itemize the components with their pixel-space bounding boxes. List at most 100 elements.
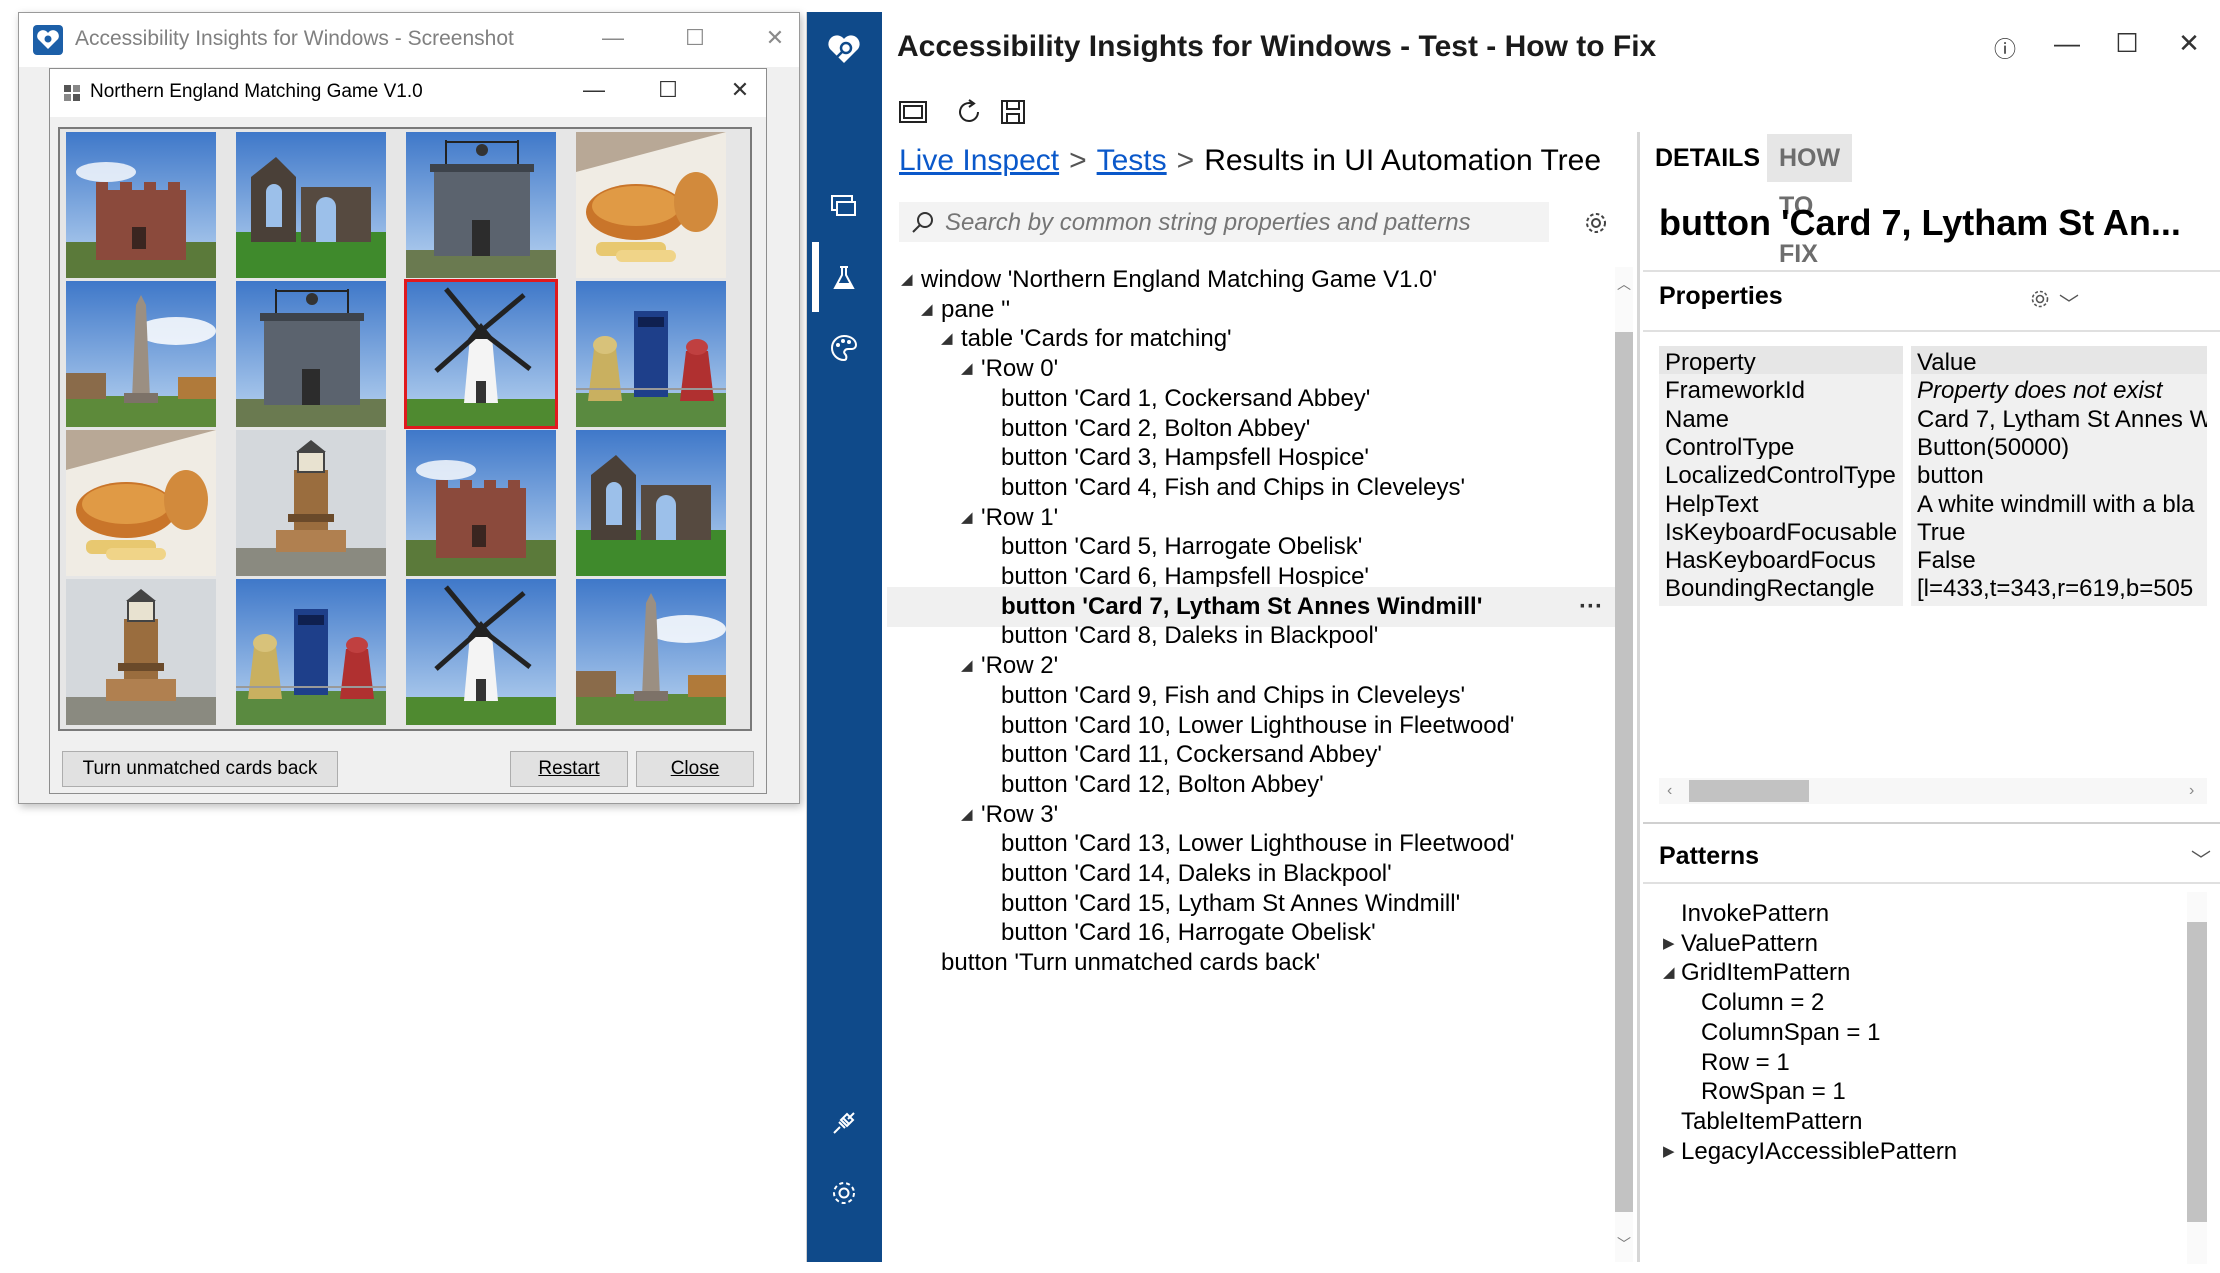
card-12-abbey-ruin[interactable] <box>576 430 726 576</box>
card-16-obelisk[interactable] <box>576 579 726 725</box>
game-minimize-button[interactable]: — <box>574 77 614 103</box>
card-11-fort[interactable] <box>406 430 556 576</box>
app-logo-icon <box>823 28 865 70</box>
breadcrumb-current: Results in UI Automation Tree <box>1204 144 1602 177</box>
refresh-icon[interactable] <box>949 92 989 132</box>
scroll-up-icon[interactable]: ︿ <box>1617 274 1631 294</box>
nav-sidebar <box>807 12 882 1262</box>
screenshot-titlebar: Accessibility Insights for Windows - Scr… <box>19 13 799 67</box>
breadcrumb: Live Inspect > Tests > Results in UI Automat… <box>899 144 1601 178</box>
selected-element-title: button 'Card 7, Lytham St An... <box>1659 202 2181 243</box>
tab-how-to-fix[interactable]: HOW TO FIX <box>1767 134 1853 268</box>
patterns-scrollbar-thumb[interactable] <box>2187 922 2207 1222</box>
properties-horizontal-scrollbar[interactable]: ‹ › <box>1659 778 2207 804</box>
card-image <box>236 430 386 576</box>
live-inspect-icon[interactable] <box>823 186 865 228</box>
accessibility-insights-logo-icon <box>33 25 63 55</box>
property-value: [l=433,t=343,r=619,b=505 <box>1911 572 2207 607</box>
search-input[interactable] <box>943 206 1547 240</box>
game-maximize-button[interactable]: ☐ <box>648 77 688 103</box>
card-image <box>576 579 726 725</box>
color-contrast-icon[interactable] <box>823 327 865 369</box>
card-image <box>406 132 556 278</box>
save-icon[interactable] <box>993 92 1033 132</box>
card-1-fort[interactable] <box>66 132 216 278</box>
tab-details[interactable]: DETAILS <box>1643 134 1773 182</box>
card-image <box>576 132 726 278</box>
card-image <box>406 579 556 725</box>
patterns-header[interactable]: Patterns <box>1659 842 1759 871</box>
properties-header[interactable]: Properties <box>1659 282 1783 311</box>
connect-plug-icon[interactable] <box>823 1102 865 1144</box>
card-7-windmill[interactable] <box>404 279 558 429</box>
card-8-daleks[interactable] <box>576 281 726 427</box>
card-image <box>406 430 556 576</box>
breadcrumb-live-inspect-link[interactable]: Live Inspect <box>899 144 1059 177</box>
game-window-title: Northern England Matching Game V1.0 <box>90 81 423 102</box>
maximize-button[interactable]: ☐ <box>675 25 715 51</box>
active-nav-indicator <box>812 242 819 312</box>
card-image <box>66 132 216 278</box>
scroll-left-icon[interactable]: ‹ <box>1667 778 1672 804</box>
close-button[interactable]: ✕ <box>755 25 795 51</box>
app-window-icon <box>64 85 80 101</box>
ai-minimize-button[interactable]: — <box>2045 28 2089 59</box>
pane-splitter[interactable] <box>1637 132 1640 1262</box>
minimize-button[interactable]: — <box>593 25 633 51</box>
card-4-fish-and-chips[interactable] <box>576 132 726 278</box>
card-image <box>66 430 216 576</box>
tree-node-label: button 'Turn unmatched cards back' <box>941 949 1321 977</box>
accessibility-insights-window: Accessibility Insights for Windows - Tes… <box>806 12 2220 1264</box>
card-14-daleks[interactable] <box>236 579 386 725</box>
horizontal-scrollbar-thumb[interactable] <box>1689 780 1809 802</box>
pattern-label: LegacyIAccessiblePattern <box>1681 1137 1958 1165</box>
breadcrumb-tests-link[interactable]: Tests <box>1097 144 1167 177</box>
expand-collapse-icon[interactable]: ▶ <box>1663 1132 1675 1172</box>
card-image <box>406 281 556 427</box>
turn-unmatched-button[interactable]: Turn unmatched cards back <box>62 751 338 787</box>
scroll-right-icon[interactable]: › <box>2189 778 2194 804</box>
automation-tree: ◢ window 'Northern England Matching Game … <box>887 260 1617 1260</box>
card-13-lighthouse[interactable] <box>66 579 216 725</box>
screenshot-mode-icon[interactable] <box>893 92 933 132</box>
tree-node[interactable]: button 'Turn unmatched cards back' <box>887 943 1617 983</box>
search-box <box>899 202 1549 242</box>
card-6-stone-tower[interactable] <box>236 281 386 427</box>
screenshot-window: Accessibility Insights for Windows - Scr… <box>18 12 800 804</box>
help-icon[interactable]: ⓘ <box>1983 32 2027 64</box>
scroll-down-icon[interactable]: ﹀ <box>1617 1234 1631 1254</box>
test-flask-icon[interactable] <box>823 257 865 299</box>
restart-button[interactable]: Restart <box>510 751 628 787</box>
game-close-action-button[interactable]: Close <box>636 751 754 787</box>
properties-table: Property Value FrameworkId Property does … <box>1659 346 2207 766</box>
window-title: Accessibility Insights for Windows - Tes… <box>897 30 1657 63</box>
property-name: BoundingRectangle <box>1659 572 1903 607</box>
chevron-down-icon[interactable]: ﹀ <box>2059 288 2079 317</box>
card-image <box>236 132 386 278</box>
card-9-fish-and-chips[interactable] <box>66 430 216 576</box>
pattern-node[interactable]: ▶ LegacyIAccessiblePattern <box>1659 1132 2179 1172</box>
game-window: Northern England Matching Game V1.0 — ☐ … <box>49 68 767 794</box>
screenshot-window-title: Accessibility Insights for Windows - Scr… <box>75 27 514 50</box>
card-2-abbey-ruin[interactable] <box>236 132 386 278</box>
cards-grid <box>58 127 752 731</box>
card-image <box>66 281 216 427</box>
divider <box>1643 882 2220 884</box>
chevron-right-icon: > <box>1176 144 1195 177</box>
divider <box>1643 330 2220 332</box>
card-10-lighthouse[interactable] <box>236 430 386 576</box>
ai-maximize-button[interactable]: ☐ <box>2105 28 2149 59</box>
card-image <box>236 579 386 725</box>
tree-scrollbar-thumb[interactable] <box>1615 332 1633 1212</box>
settings-gear-icon[interactable] <box>823 1172 865 1214</box>
properties-settings-gear-icon[interactable] <box>2029 288 2051 310</box>
card-5-obelisk[interactable] <box>66 281 216 427</box>
divider <box>1643 822 2220 824</box>
card-3-stone-tower[interactable] <box>406 132 556 278</box>
card-15-windmill[interactable] <box>406 579 556 725</box>
divider <box>1643 270 2220 272</box>
game-close-button[interactable]: ✕ <box>720 77 760 103</box>
tree-settings-gear-icon[interactable] <box>1583 210 1611 238</box>
ai-close-button[interactable]: ✕ <box>2167 28 2211 59</box>
chevron-down-icon[interactable]: ﹀ <box>2191 844 2211 873</box>
